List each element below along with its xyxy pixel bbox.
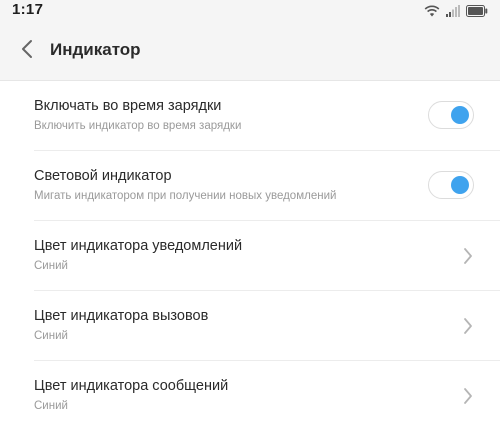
setting-light-indicator[interactable]: Световой индикатор Мигать индикатором пр…: [0, 151, 500, 221]
setting-value: Синий: [34, 400, 68, 412]
setting-title: Включать во время зарядки: [34, 98, 222, 114]
signal-icon: [446, 4, 460, 22]
wifi-icon: [424, 4, 440, 22]
setting-subtitle: Мигать индикатором при получении новых у…: [34, 190, 337, 202]
setting-value: Синий: [34, 330, 68, 342]
setting-title: Цвет индикатора вызовов: [34, 308, 209, 324]
chevron-left-icon: [21, 39, 33, 64]
setting-subtitle: Включить индикатор во время зарядки: [34, 120, 242, 132]
toggle-knob: [451, 176, 469, 194]
setting-title: Цвет индикатора сообщений: [34, 378, 229, 394]
chevron-right-icon: [462, 386, 474, 406]
setting-title: Световой индикатор: [34, 168, 172, 184]
setting-call-color[interactable]: Цвет индикатора вызовов Синий: [0, 291, 500, 361]
setting-value: Синий: [34, 260, 68, 272]
setting-notification-color[interactable]: Цвет индикатора уведомлений Синий: [0, 221, 500, 291]
toggle-knob: [451, 106, 469, 124]
setting-title: Цвет индикатора уведомлений: [34, 238, 243, 254]
chevron-right-icon: [462, 246, 474, 266]
page-title: Индикатор: [50, 40, 141, 59]
title-bar: Индикатор: [0, 22, 500, 80]
status-time: 1:17: [12, 1, 44, 18]
setting-message-color[interactable]: Цвет индикатора сообщений Синий: [0, 361, 500, 431]
chevron-right-icon: [462, 316, 474, 336]
settings-list: Включать во время зарядки Включить индик…: [0, 81, 500, 431]
setting-charging-indicator[interactable]: Включать во время зарядки Включить индик…: [0, 81, 500, 151]
light-indicator-toggle[interactable]: [428, 171, 474, 199]
status-icons: [424, 4, 488, 22]
back-button[interactable]: [14, 38, 40, 64]
battery-icon: [466, 4, 488, 22]
status-bar: 1:17: [0, 0, 500, 22]
charging-indicator-toggle[interactable]: [428, 101, 474, 129]
